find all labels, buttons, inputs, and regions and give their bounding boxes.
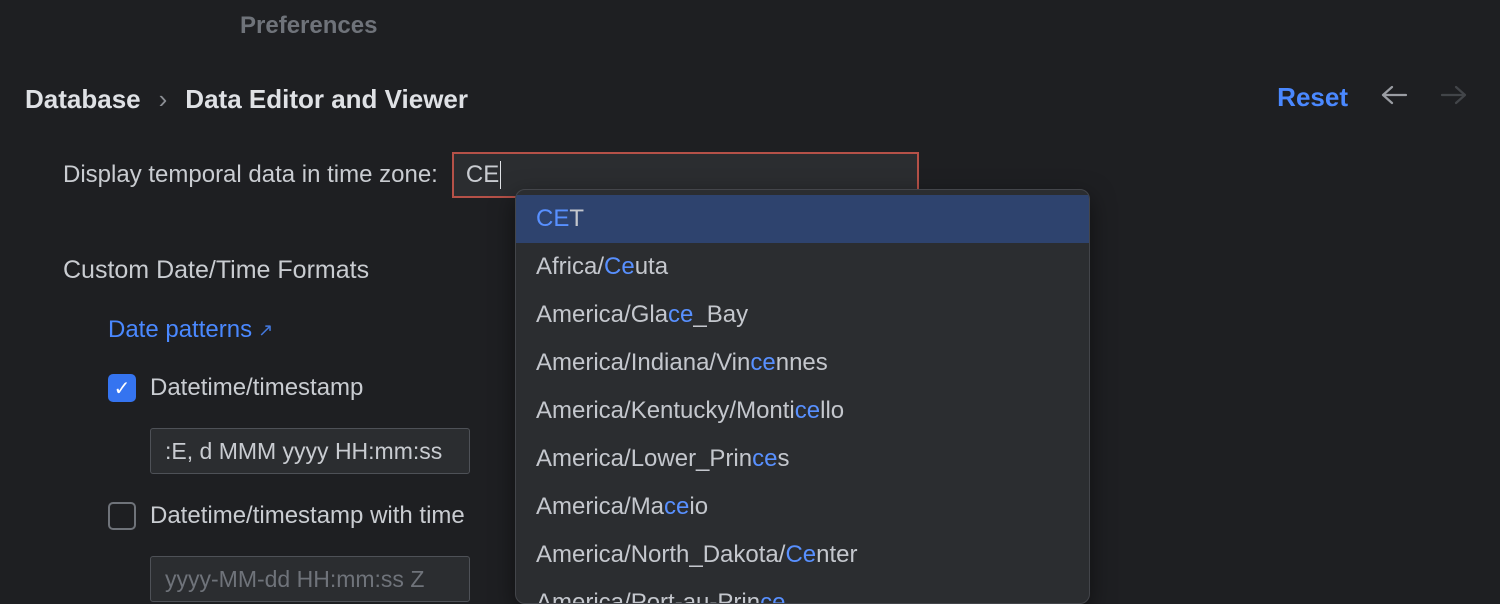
text-caret (500, 161, 501, 189)
date-patterns-label: Date patterns (108, 316, 252, 344)
date-patterns-link[interactable]: Date patterns ↗ (108, 316, 273, 344)
timezone-dropdown[interactable]: CETAfrica/CeutaAmerica/Glace_BayAmerica/… (515, 189, 1090, 604)
chevron-right-icon: › (159, 84, 168, 115)
timezone-option[interactable]: America/North_Dakota/Center (516, 531, 1089, 579)
timezone-option[interactable]: America/Kentucky/Monticello (516, 387, 1089, 435)
timezone-option[interactable]: Africa/Ceuta (516, 243, 1089, 291)
timezone-option[interactable]: America/Lower_Princes (516, 435, 1089, 483)
forward-arrow-icon (1440, 84, 1468, 112)
external-link-icon: ↗ (258, 320, 273, 341)
breadcrumb-leaf: Data Editor and Viewer (185, 84, 468, 115)
breadcrumb: Database › Data Editor and Viewer (25, 84, 468, 115)
back-arrow-icon[interactable] (1380, 84, 1408, 112)
timezone-input[interactable]: CE (466, 161, 499, 189)
header-actions: Reset (1277, 82, 1468, 113)
timezone-option[interactable]: America/Indiana/Vincennes (516, 339, 1089, 387)
reset-button[interactable]: Reset (1277, 82, 1348, 113)
datetime-tz-checkbox[interactable] (108, 502, 136, 530)
datetime-tz-label: Datetime/timestamp with time (150, 502, 465, 530)
datetime-ts-label: Datetime/timestamp (150, 374, 363, 402)
datetime-ts-format-value: :E, d MMM yyyy HH:mm:ss (165, 438, 442, 465)
timezone-label: Display temporal data in time zone: (63, 161, 438, 189)
preferences-tab[interactable]: Preferences (240, 12, 377, 40)
timezone-option[interactable]: America/Maceio (516, 483, 1089, 531)
datetime-tz-format-input[interactable]: yyyy-MM-dd HH:mm:ss Z (150, 556, 470, 602)
timezone-option[interactable]: America/Glace_Bay (516, 291, 1089, 339)
datetime-tz-row: Datetime/timestamp with time (108, 502, 465, 530)
timezone-option[interactable]: CET (516, 195, 1089, 243)
datetime-ts-format-input[interactable]: :E, d MMM yyyy HH:mm:ss (150, 428, 470, 474)
datetime-ts-row: ✓ Datetime/timestamp (108, 374, 363, 402)
timezone-option[interactable]: America/Port-au-Prince (516, 579, 1089, 604)
datetime-tz-format-placeholder: yyyy-MM-dd HH:mm:ss Z (165, 566, 424, 593)
datetime-ts-checkbox[interactable]: ✓ (108, 374, 136, 402)
breadcrumb-root[interactable]: Database (25, 84, 141, 115)
custom-formats-title: Custom Date/Time Formats (63, 256, 369, 285)
